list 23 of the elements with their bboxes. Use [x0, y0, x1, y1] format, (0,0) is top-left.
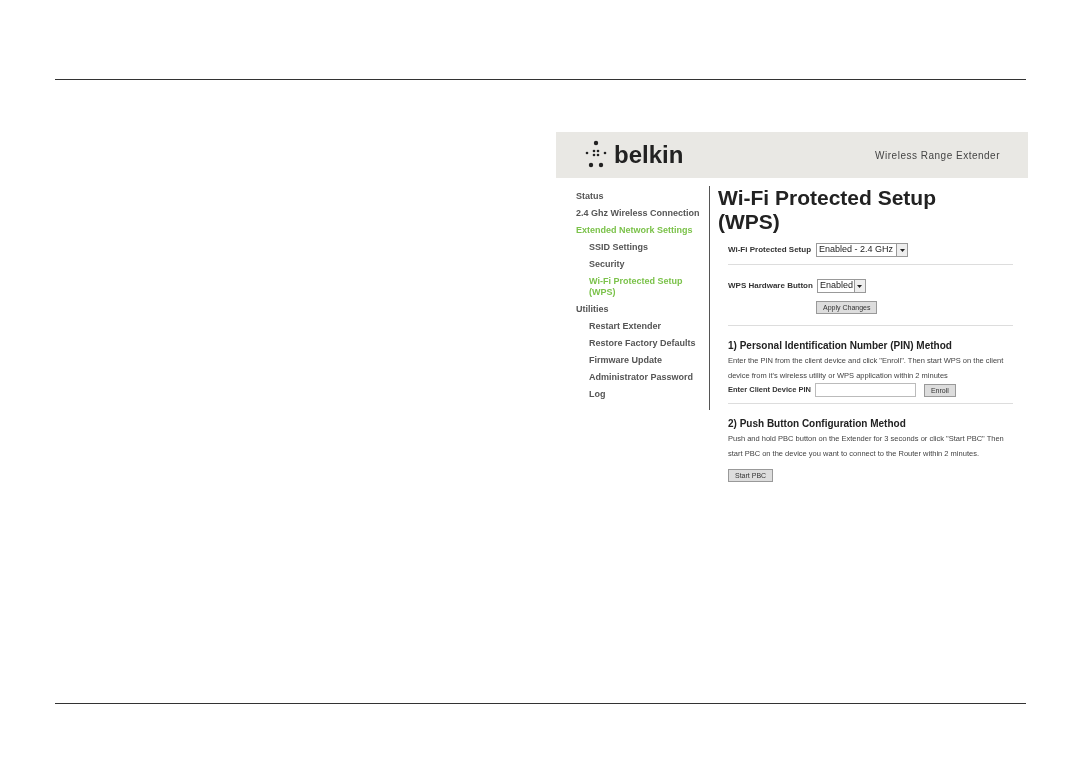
page-title: Wi-Fi Protected Setup (WPS) [718, 186, 937, 234]
sidebar-link[interactable]: 2.4 Ghz Wireless Connection [576, 205, 709, 222]
product-name: Wireless Range Extender [875, 148, 1000, 163]
dots-logo-icon [584, 140, 608, 170]
sidebar-link[interactable]: Log [576, 386, 709, 403]
pin-input-field[interactable] [814, 383, 916, 397]
dropdown[interactable]: Enabled - 2.4 GHz [816, 243, 909, 257]
sidebar-link[interactable]: Security [576, 256, 709, 273]
logo-text: belkin [614, 143, 684, 167]
sidebar-link[interactable]: Administrator Password [576, 369, 709, 386]
dropdown-arrow-icon [899, 248, 905, 252]
sidebar-link[interactable]: Status [576, 188, 709, 205]
sidebar-link[interactable]: SSID Settings [576, 239, 709, 256]
field-label: Wi-Fi Protected Setup [728, 244, 812, 256]
section-heading: 1) Personal Identification Number (PIN) Method [728, 339, 953, 352]
sidebar-link[interactable]: Restart Extender [576, 318, 709, 335]
sidebar-link[interactable]: Firmware Update [576, 352, 709, 369]
dropdown-arrow-icon [857, 284, 863, 288]
section-heading: 2) Push Button Configuration Method [728, 417, 907, 430]
field-label: WPS Hardware Button [728, 280, 813, 292]
dropdown[interactable]: Enabled [816, 279, 866, 293]
sidebar-link[interactable]: Utilities [576, 301, 709, 318]
sidebar-link[interactable]: Restore Factory Defaults [576, 335, 709, 352]
